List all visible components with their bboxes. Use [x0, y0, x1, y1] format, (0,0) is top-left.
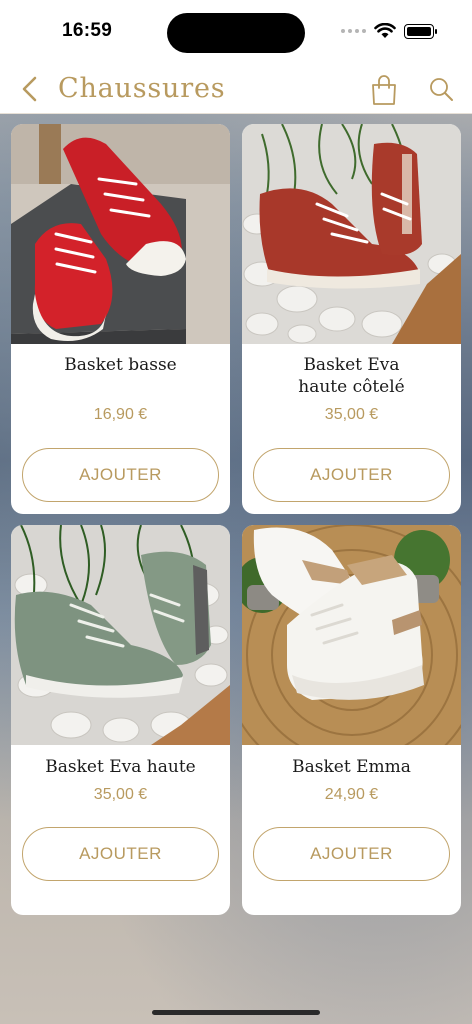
- add-to-cart-button[interactable]: AJOUTER: [22, 448, 219, 502]
- white-sneakers-image: [242, 525, 461, 745]
- product-name: Basket Emma: [250, 756, 453, 778]
- product-image[interactable]: [242, 525, 461, 745]
- status-time: 16:59: [62, 20, 113, 41]
- chevron-left-icon: [22, 76, 37, 102]
- add-to-cart-button[interactable]: AJOUTER: [22, 827, 219, 881]
- back-button[interactable]: [18, 74, 42, 104]
- nav-bar: Chaussures: [0, 64, 472, 114]
- product-name-line: Basket Eva: [303, 355, 400, 375]
- battery-icon: [404, 23, 437, 39]
- add-to-cart-button[interactable]: AJOUTER: [253, 448, 450, 502]
- sage-sneakers-image: [11, 525, 230, 745]
- page-title: Chaussures: [58, 73, 226, 104]
- product-price: 35,00 €: [93, 786, 148, 803]
- product-image[interactable]: [11, 124, 230, 344]
- product-card[interactable]: Basket basse 16,90 € AJOUTER: [11, 124, 230, 514]
- product-card[interactable]: Basket Emma 24,90 € AJOUTER: [242, 525, 461, 915]
- search-button[interactable]: [428, 76, 454, 104]
- signal-icon: [341, 29, 366, 33]
- cart-button[interactable]: [370, 74, 398, 106]
- status-bar: 16:59: [0, 0, 472, 64]
- product-name-line: Basket Emma: [292, 757, 411, 777]
- dynamic-island: [167, 13, 305, 53]
- product-image[interactable]: [242, 124, 461, 344]
- product-name: Basket basse: [19, 354, 222, 376]
- search-icon: [430, 78, 453, 101]
- product-price: 16,90 €: [93, 406, 148, 423]
- add-to-cart-button[interactable]: AJOUTER: [253, 827, 450, 881]
- product-image[interactable]: [11, 525, 230, 745]
- status-icons: [341, 23, 437, 39]
- product-name-line: Basket basse: [64, 355, 177, 375]
- home-indicator[interactable]: [152, 1010, 320, 1015]
- product-card[interactable]: Basket Eva haute côtelé 35,00 € AJOUTER: [242, 124, 461, 514]
- product-name: Basket Eva haute: [19, 756, 222, 778]
- product-price: 35,00 €: [324, 406, 379, 423]
- product-name-line: Basket Eva haute: [45, 757, 196, 777]
- red-sneakers-image: [11, 124, 230, 344]
- product-name: Basket Eva haute côtelé: [250, 354, 453, 398]
- wifi-icon: [374, 23, 396, 38]
- product-name-line: haute côtelé: [298, 377, 405, 397]
- product-card[interactable]: Basket Eva haute 35,00 € AJOUTER: [11, 525, 230, 915]
- shopping-bag-icon: [372, 75, 396, 105]
- rust-sneakers-image: [242, 124, 461, 344]
- product-price: 24,90 €: [324, 786, 379, 803]
